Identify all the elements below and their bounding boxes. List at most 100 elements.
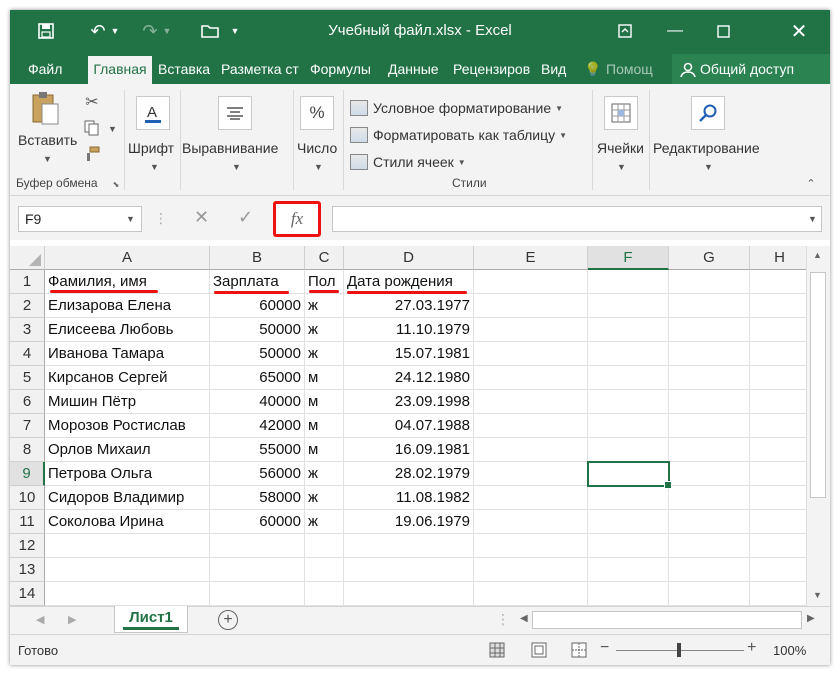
vertical-scrollbar[interactable]: ▲ ▼ [806,246,830,606]
cell-e9[interactable] [474,462,588,486]
cell-b4[interactable]: 50000 [210,342,305,366]
alignment-icon[interactable] [218,96,252,130]
close-button[interactable]: ✕ [780,16,818,46]
zoom-slider-thumb[interactable] [677,643,681,657]
font-icon[interactable]: A [136,96,170,130]
ribbon-display-icon[interactable] [606,16,644,46]
cell-a2[interactable]: Елизарова Елена [45,294,210,318]
cell-c11[interactable]: ж [305,510,344,534]
cell-a3[interactable]: Елисеева Любовь [45,318,210,342]
row-header[interactable]: 5 [10,366,45,390]
cell-h8[interactable] [750,438,806,462]
cell-a7[interactable]: Морозов Ростислав [45,414,210,438]
page-break-view-icon[interactable] [571,642,587,661]
cell-a9[interactable]: Петрова Ольга [45,462,210,486]
cell-b10[interactable]: 58000 [210,486,305,510]
row-header[interactable]: 3 [10,318,45,342]
cell-f8[interactable] [588,438,669,462]
cell-b11[interactable]: 60000 [210,510,305,534]
cell-b3[interactable]: 50000 [210,318,305,342]
page-layout-view-icon[interactable] [531,642,547,661]
cell-h12[interactable] [750,534,806,558]
cells-button[interactable]: Ячейки [597,140,644,156]
cell-d10[interactable]: 11.08.1982 [344,486,474,510]
enter-icon[interactable]: ✓ [238,207,253,228]
number-button[interactable]: Число [297,140,337,156]
cell-f6[interactable] [588,390,669,414]
cell-c12[interactable] [305,534,344,558]
cell-g3[interactable] [669,318,750,342]
conditional-formatting-button[interactable]: Условное форматирование ▼ [350,96,563,120]
cell-b12[interactable] [210,534,305,558]
cell-e12[interactable] [474,534,588,558]
column-header-g[interactable]: G [669,246,750,270]
cell-h9[interactable] [750,462,806,486]
cell-h3[interactable] [750,318,806,342]
cell-c3[interactable]: ж [305,318,344,342]
column-header-e[interactable]: E [474,246,588,270]
cell-f13[interactable] [588,558,669,582]
cell-d6[interactable]: 23.09.1998 [344,390,474,414]
cell-e14[interactable] [474,582,588,606]
cell-g2[interactable] [669,294,750,318]
insert-function-button[interactable]: fx [273,201,321,237]
cell-a13[interactable] [45,558,210,582]
cut-icon[interactable]: ✂ [80,92,104,112]
cell-b2[interactable]: 60000 [210,294,305,318]
cell-f3[interactable] [588,318,669,342]
add-sheet-icon[interactable]: + [218,610,238,630]
column-header-f[interactable]: F [588,246,669,270]
cell-e3[interactable] [474,318,588,342]
expand-formula-bar-icon[interactable]: ▼ [808,214,817,224]
zoom-out-icon[interactable]: − [600,639,609,657]
copy-dropdown-icon[interactable]: ▼ [108,124,117,134]
cell-f14[interactable] [588,582,669,606]
cell-d5[interactable]: 24.12.1980 [344,366,474,390]
row-header[interactable]: 4 [10,342,45,366]
search-icon[interactable] [691,96,725,130]
tab-view[interactable]: Вид [541,54,573,84]
cell-g7[interactable] [669,414,750,438]
cell-d7[interactable]: 04.07.1988 [344,414,474,438]
sheet-prev-icon[interactable]: ◀ [36,613,44,626]
cell-d4[interactable]: 15.07.1981 [344,342,474,366]
cell-f1[interactable] [588,270,669,294]
cell-c10[interactable]: ж [305,486,344,510]
row-header[interactable]: 14 [10,582,45,606]
clipboard-launcher-icon[interactable]: ⬊ [111,179,121,189]
paste-icon[interactable] [28,88,62,128]
cell-g1[interactable] [669,270,750,294]
maximize-button[interactable] [704,16,742,46]
cell-c7[interactable]: м [305,414,344,438]
format-as-table-button[interactable]: Форматировать как таблицу ▼ [350,123,567,147]
collapse-ribbon-icon[interactable]: ⌃ [804,176,818,190]
cell-f7[interactable] [588,414,669,438]
cell-a11[interactable]: Соколова Ирина [45,510,210,534]
cell-d8[interactable]: 16.09.1981 [344,438,474,462]
cell-e10[interactable] [474,486,588,510]
tab-split-grip-icon[interactable]: ⋮ [496,611,510,628]
cell-c9[interactable]: ж [305,462,344,486]
vertical-scroll-thumb[interactable] [810,272,826,498]
cell-f12[interactable] [588,534,669,558]
tab-data[interactable]: Данные [388,54,448,84]
cell-c5[interactable]: м [305,366,344,390]
cell-c13[interactable] [305,558,344,582]
column-header-b[interactable]: B [210,246,305,270]
column-header-h[interactable]: H [750,246,806,270]
share-button[interactable]: Общий доступ [672,54,830,84]
cell-c6[interactable]: м [305,390,344,414]
cell-g5[interactable] [669,366,750,390]
cell-b5[interactable]: 65000 [210,366,305,390]
cell-g12[interactable] [669,534,750,558]
row-header[interactable]: 10 [10,486,45,510]
paste-button[interactable]: Вставить [18,132,77,148]
row-header[interactable]: 1 [10,270,45,294]
tab-formulas[interactable]: Формулы [310,54,382,84]
tab-page-layout[interactable]: Разметка ст [221,54,305,84]
row-header[interactable]: 13 [10,558,45,582]
cell-h2[interactable] [750,294,806,318]
cell-h14[interactable] [750,582,806,606]
cell-d9[interactable]: 28.02.1979 [344,462,474,486]
scroll-up-icon[interactable]: ▲ [813,250,822,260]
